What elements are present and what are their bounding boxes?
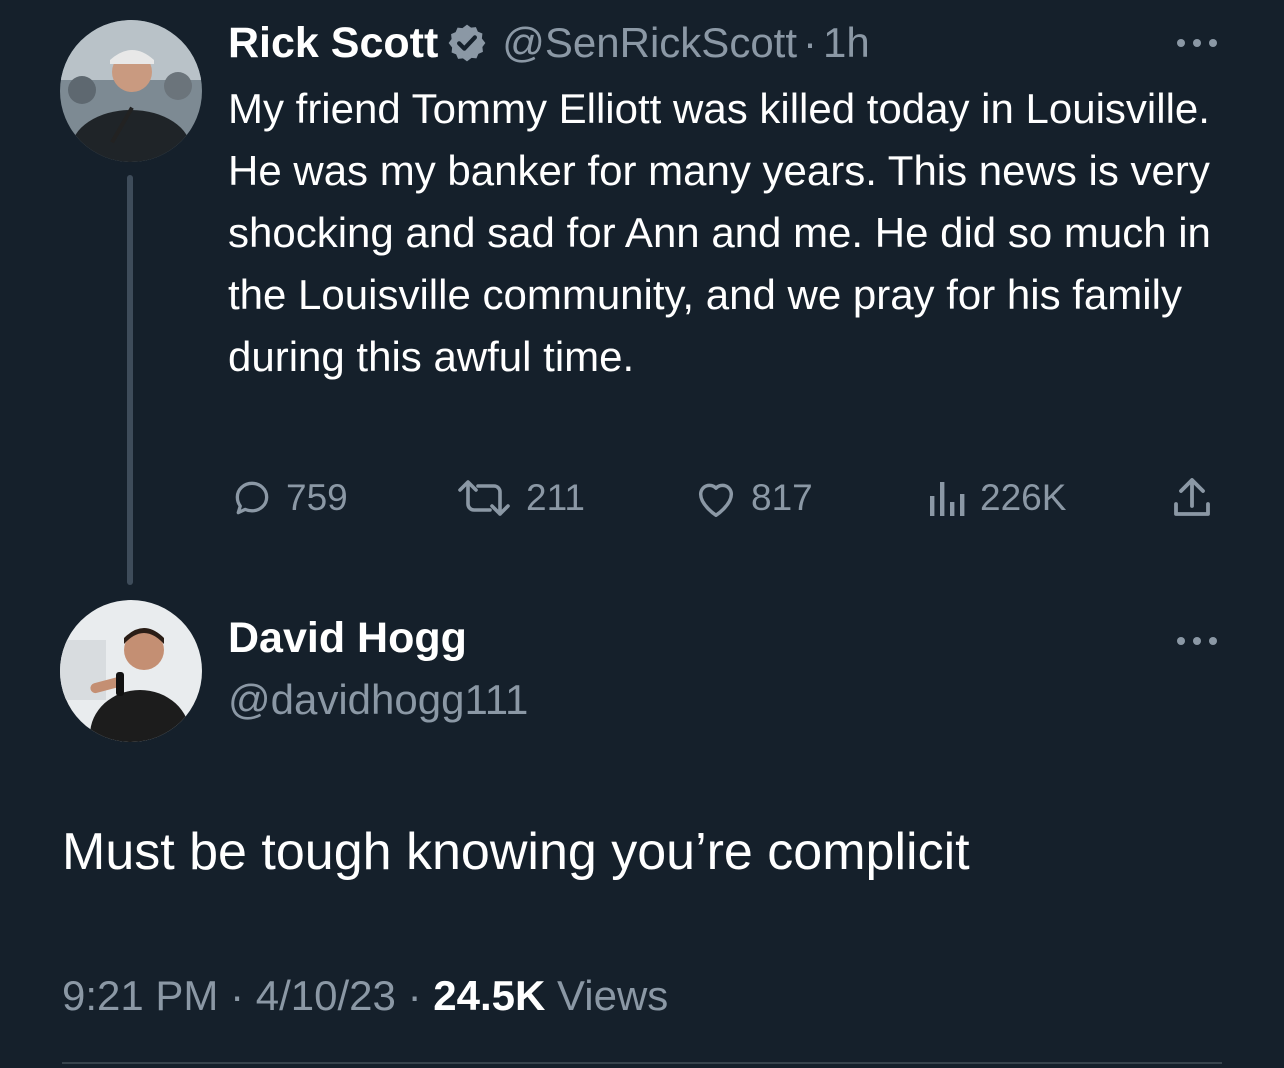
bar-chart-icon: [930, 482, 965, 516]
retweet-count: 211: [526, 477, 585, 518]
speech-bubble-icon: [235, 481, 269, 515]
separator-dot: ·: [230, 972, 245, 1019]
tweet-timestamp[interactable]: 1h: [823, 19, 870, 67]
views-count: 226K: [980, 477, 1067, 518]
tweet-header: Rick Scott @SenRickScott · 1h: [228, 14, 870, 72]
reply-views-count: 24.5K: [433, 972, 546, 1019]
verified-badge-icon: [448, 24, 486, 62]
share-upload-icon: [1174, 478, 1210, 516]
author-name[interactable]: Rick Scott: [228, 19, 438, 68]
author-avatar-david-hogg[interactable]: [60, 600, 202, 742]
more-dots-icon[interactable]: [1174, 634, 1220, 648]
reply-metadata: 9:21 PM · 4/10/23 · 24.5K Views: [62, 972, 668, 1020]
reply-count: 759: [286, 477, 348, 518]
avatar-photo: [60, 20, 202, 162]
avatar-photo: [60, 600, 202, 742]
reply-author-handle[interactable]: @davidhogg111: [228, 676, 528, 724]
reply-author-name[interactable]: David Hogg: [228, 614, 467, 663]
heart-icon: [698, 483, 734, 517]
share-button[interactable]: [1170, 470, 1214, 526]
divider: [62, 1062, 1222, 1064]
tweet-body: My friend Tommy Elliott was killed today…: [228, 85, 1211, 380]
author-avatar-rick-scott[interactable]: [60, 20, 202, 162]
reply-body: Must be tough knowing you’re complicit: [62, 823, 970, 881]
separator-dot: ·: [803, 19, 818, 66]
more-dots-icon[interactable]: [1174, 36, 1220, 50]
reply-button[interactable]: 759: [230, 470, 348, 526]
thread-connector-line: [127, 175, 133, 585]
reply-time[interactable]: 9:21 PM: [62, 972, 218, 1019]
reply-views-label: Views: [557, 972, 669, 1019]
author-handle[interactable]: @SenRickScott: [502, 19, 797, 67]
like-button[interactable]: 817: [693, 470, 813, 526]
retweet-button[interactable]: 211: [454, 470, 585, 526]
reply-date[interactable]: 4/10/23: [256, 972, 396, 1019]
separator-dot: ·: [407, 972, 422, 1019]
like-count: 817: [751, 477, 813, 518]
views-button[interactable]: 226K: [924, 470, 1066, 526]
retweet-arrows-icon: [458, 480, 510, 516]
